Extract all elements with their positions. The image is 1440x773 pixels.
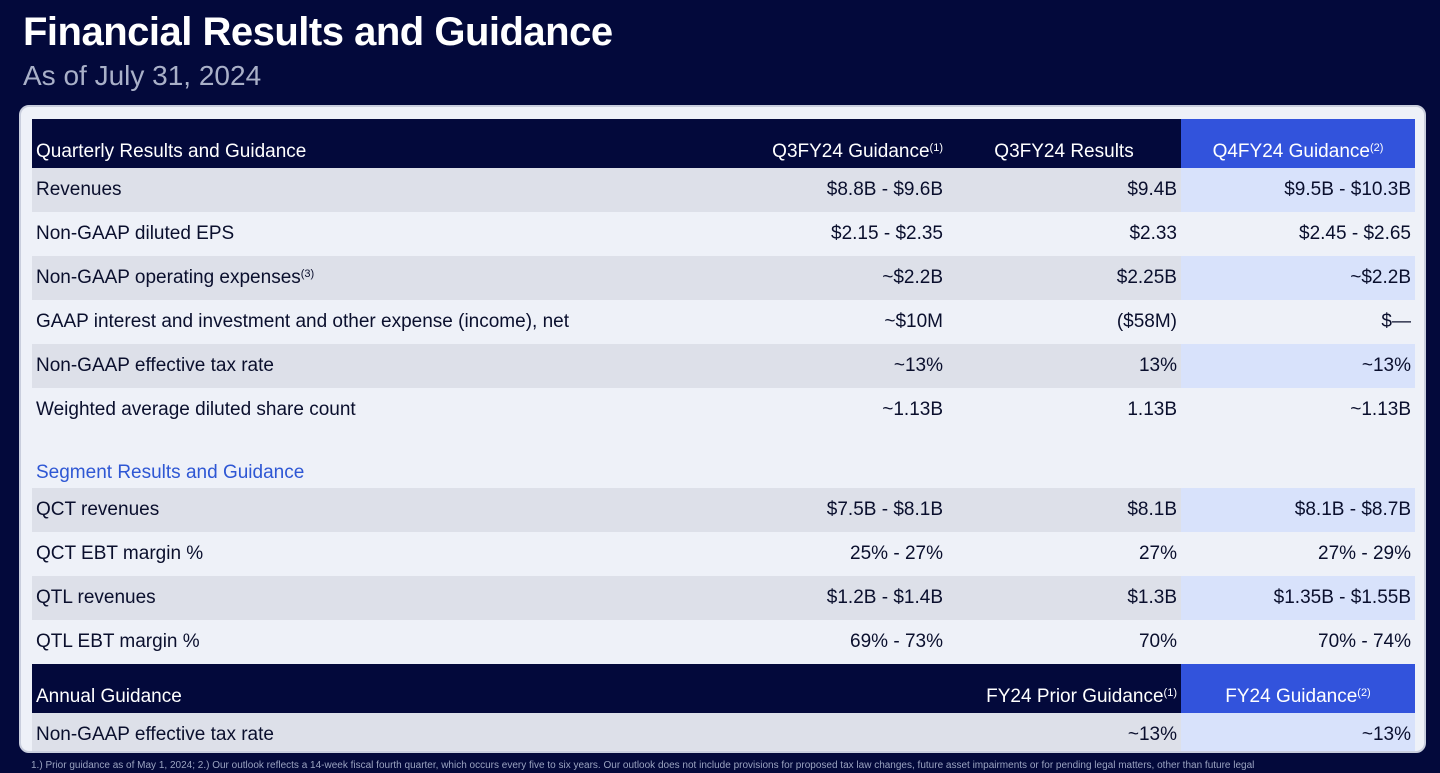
page-subtitle: As of July 31, 2024 (23, 60, 262, 91)
cell-q4-guidance: ~$2.2B (1181, 256, 1415, 300)
cell-q3-results: ($58M) (947, 300, 1181, 344)
row-label: QTL EBT margin % (32, 620, 747, 664)
cell-q3-guidance: $7.5B - $8.1B (747, 488, 947, 532)
cell-q4-guidance: $2.45 - $2.65 (1181, 212, 1415, 256)
fy24-prior-guidance-header: FY24 Prior Guidance(1) (947, 664, 1181, 713)
footnote: 1.) Prior guidance as of May 1, 2024; 2.… (31, 760, 1255, 771)
cell-q3-guidance: 25% - 27% (747, 532, 947, 576)
annual-header-spacer (747, 664, 947, 713)
segment-heading-row: Segment Results and Guidance (32, 432, 1415, 488)
cell-q4-guidance: 27% - 29% (1181, 532, 1415, 576)
row-label: Non-GAAP effective tax rate (32, 713, 747, 751)
cell-q4-guidance: ~13% (1181, 344, 1415, 388)
row-label: QCT EBT margin % (32, 532, 747, 576)
cell-q3-results: 70% (947, 620, 1181, 664)
table-row: QCT EBT margin % 25% - 27% 27% 27% - 29% (32, 532, 1415, 576)
segment-heading: Segment Results and Guidance (32, 432, 1415, 488)
page-title: Financial Results and Guidance (23, 10, 613, 54)
table-row: Non-GAAP diluted EPS $2.15 - $2.35 $2.33… (32, 212, 1415, 256)
row-label: Non-GAAP diluted EPS (32, 212, 747, 256)
annual-empty-cell (747, 713, 947, 751)
slide: Financial Results and Guidance As of Jul… (0, 0, 1440, 773)
cell-q3-results: $9.4B (947, 168, 1181, 212)
results-card: Quarterly Results and Guidance Q3FY24 Gu… (19, 105, 1426, 753)
row-label: QCT revenues (32, 488, 747, 532)
table-row: GAAP interest and investment and other e… (32, 300, 1415, 344)
row-label: GAAP interest and investment and other e… (32, 300, 747, 344)
row-label: QTL revenues (32, 576, 747, 620)
cell-fy24-prior-guidance: ~13% (947, 713, 1181, 751)
cell-q3-results: 27% (947, 532, 1181, 576)
q3-guidance-header: Q3FY24 Guidance(1) (747, 119, 947, 168)
q3-results-header: Q3FY24 Results (947, 119, 1181, 168)
cell-q4-guidance: $8.1B - $8.7B (1181, 488, 1415, 532)
cell-q4-guidance: ~1.13B (1181, 388, 1415, 432)
table-row: QTL EBT margin % 69% - 73% 70% 70% - 74% (32, 620, 1415, 664)
annual-header-row: Annual Guidance FY24 Prior Guidance(1) F… (32, 664, 1415, 713)
row-label: Non-GAAP operating expenses(3) (32, 256, 747, 300)
cell-q3-results: 13% (947, 344, 1181, 388)
table-row: Revenues $8.8B - $9.6B $9.4B $9.5B - $10… (32, 168, 1415, 212)
cell-q3-guidance: $2.15 - $2.35 (747, 212, 947, 256)
cell-q4-guidance: $— (1181, 300, 1415, 344)
row-label: Weighted average diluted share count (32, 388, 747, 432)
cell-q3-guidance: ~$10M (747, 300, 947, 344)
cell-q3-guidance: ~1.13B (747, 388, 947, 432)
annual-header-label: Annual Guidance (32, 664, 747, 713)
quarterly-header-row: Quarterly Results and Guidance Q3FY24 Gu… (32, 119, 1415, 168)
row-label: Non-GAAP effective tax rate (32, 344, 747, 388)
cell-q3-results: $2.33 (947, 212, 1181, 256)
cell-q3-guidance: ~13% (747, 344, 947, 388)
cell-q3-results: $8.1B (947, 488, 1181, 532)
table-row: Weighted average diluted share count ~1.… (32, 388, 1415, 432)
fy24-guidance-header: FY24 Guidance(2) (1181, 664, 1415, 713)
cell-q3-guidance: 69% - 73% (747, 620, 947, 664)
table-row: Non-GAAP operating expenses(3) ~$2.2B $2… (32, 256, 1415, 300)
table-row: QCT revenues $7.5B - $8.1B $8.1B $8.1B -… (32, 488, 1415, 532)
cell-q3-results: 1.13B (947, 388, 1181, 432)
table-row: Non-GAAP effective tax rate ~13% ~13% (32, 713, 1415, 751)
row-label: Revenues (32, 168, 747, 212)
cell-q4-guidance: $9.5B - $10.3B (1181, 168, 1415, 212)
cell-q4-guidance: $1.35B - $1.55B (1181, 576, 1415, 620)
cell-fy24-guidance: ~13% (1181, 713, 1415, 751)
cell-q3-guidance: ~$2.2B (747, 256, 947, 300)
cell-q4-guidance: 70% - 74% (1181, 620, 1415, 664)
financial-table: Quarterly Results and Guidance Q3FY24 Gu… (32, 119, 1415, 751)
quarterly-header-label: Quarterly Results and Guidance (32, 119, 747, 168)
cell-q3-guidance: $1.2B - $1.4B (747, 576, 947, 620)
table-row: Non-GAAP effective tax rate ~13% 13% ~13… (32, 344, 1415, 388)
cell-q3-results: $1.3B (947, 576, 1181, 620)
cell-q3-guidance: $8.8B - $9.6B (747, 168, 947, 212)
cell-q3-results: $2.25B (947, 256, 1181, 300)
q4-guidance-header: Q4FY24 Guidance(2) (1181, 119, 1415, 168)
table-row: QTL revenues $1.2B - $1.4B $1.3B $1.35B … (32, 576, 1415, 620)
